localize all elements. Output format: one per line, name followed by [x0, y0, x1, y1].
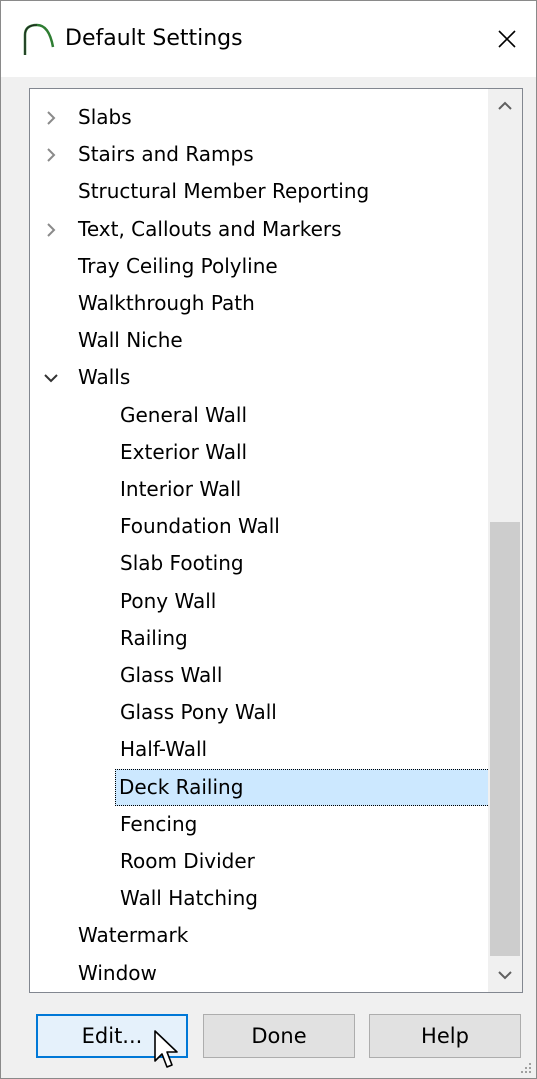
title-bar[interactable]: Default Settings: [1, 1, 536, 77]
tree-item[interactable]: Fencing: [30, 806, 488, 843]
tree-item[interactable]: Exterior Wall: [30, 434, 488, 471]
tree-item[interactable]: Slab Footing: [30, 545, 488, 582]
chevron-down-icon: [498, 971, 512, 980]
tree-item-label: Glass Wall: [120, 663, 223, 687]
tree-item-label: Wall Niche: [78, 328, 183, 353]
tree-item[interactable]: Pony Wall: [30, 583, 488, 620]
tree-item-label: Interior Wall: [120, 477, 242, 501]
tree-item[interactable]: Interior Wall: [30, 471, 488, 508]
chevron-up-icon: [498, 101, 512, 110]
tree-item[interactable]: Wall Niche: [30, 322, 488, 359]
tree-item[interactable]: Foundation Wall: [30, 508, 488, 545]
resize-grip-icon[interactable]: [519, 1061, 533, 1075]
tree-item[interactable]: Wall Hatching: [30, 880, 488, 917]
tree-item-label: Room Divider: [120, 849, 255, 873]
help-button[interactable]: Help: [369, 1014, 521, 1058]
tree-item[interactable]: Structural Member Reporting: [30, 173, 488, 210]
tree-item[interactable]: Slabs: [30, 99, 488, 136]
tree-item[interactable]: Walkthrough Path: [30, 285, 488, 322]
tree-item[interactable]: Glass Pony Wall: [30, 694, 488, 731]
tree-item-label: Foundation Wall: [120, 514, 280, 539]
vertical-scrollbar[interactable]: [488, 89, 522, 992]
chevron-right-icon[interactable]: [42, 221, 60, 239]
default-settings-dialog: Default Settings Slabs Stairs and Ramps St…: [0, 0, 537, 1079]
tree-item-label: Text, Callouts and Markers: [78, 216, 342, 241]
tree-item[interactable]: Text, Callouts and Markers: [30, 211, 488, 248]
scroll-up-button[interactable]: [488, 89, 522, 123]
tree-item-label: Walls: [78, 365, 131, 390]
dialog-title: Default Settings: [65, 26, 243, 51]
tree-item-label: Fencing: [120, 811, 198, 836]
tree-item[interactable]: General Wall: [30, 397, 488, 434]
tree-item[interactable]: Half-Wall: [30, 731, 488, 768]
tree-item[interactable]: Tray Ceiling Polyline: [30, 248, 488, 285]
tree-items: Slabs Stairs and Ramps Structural Member R…: [30, 89, 494, 992]
tree-item-label: Railing: [120, 625, 188, 650]
tree-item-label: Wall Hatching: [120, 886, 258, 911]
close-icon: [498, 30, 516, 48]
tree-item-label: Window: [78, 960, 157, 985]
tree-item-label: General Wall: [120, 402, 248, 427]
tree-item-label: Glass Pony Wall: [120, 700, 277, 725]
tree-item-label: Walkthrough Path: [78, 291, 255, 315]
tree-item[interactable]: Railing: [30, 620, 488, 657]
close-button[interactable]: [478, 1, 536, 77]
tree-item-label: Watermark: [78, 923, 189, 948]
app-arch-icon: [23, 23, 55, 55]
tree-item[interactable]: Stairs and Ramps: [30, 136, 488, 173]
tree-item-label: Half-Wall: [120, 737, 208, 762]
tree-item-label: Tray Ceiling Polyline: [78, 253, 278, 278]
tree-item-label: Deck Railing: [115, 768, 494, 806]
chevron-right-icon[interactable]: [42, 146, 60, 164]
tree-item[interactable]: Walls: [30, 359, 488, 396]
settings-tree[interactable]: Slabs Stairs and Ramps Structural Member R…: [29, 88, 523, 993]
tree-item[interactable]: Deck Railing: [30, 768, 494, 806]
tree-item-label: Structural Member Reporting: [78, 179, 370, 204]
tree-item[interactable]: Watermark: [30, 917, 488, 954]
tree-item-label: Slab Footing: [120, 551, 244, 576]
tree-item[interactable]: Room Divider: [30, 843, 488, 880]
tree-item-label: Exterior Wall: [120, 439, 248, 464]
tree-item[interactable]: Window: [30, 955, 488, 992]
tree-item-label: Slabs: [78, 105, 132, 129]
scroll-thumb[interactable]: [490, 522, 520, 956]
tree-item-label: Stairs and Ramps: [78, 142, 254, 167]
mouse-pointer-icon: [154, 1030, 178, 1068]
chevron-right-icon[interactable]: [42, 109, 60, 127]
done-button[interactable]: Done: [203, 1014, 355, 1058]
tree-item[interactable]: Glass Wall: [30, 657, 488, 694]
tree-item-label: Pony Wall: [120, 588, 217, 613]
chevron-down-icon[interactable]: [42, 369, 60, 387]
scroll-down-button[interactable]: [488, 958, 522, 992]
